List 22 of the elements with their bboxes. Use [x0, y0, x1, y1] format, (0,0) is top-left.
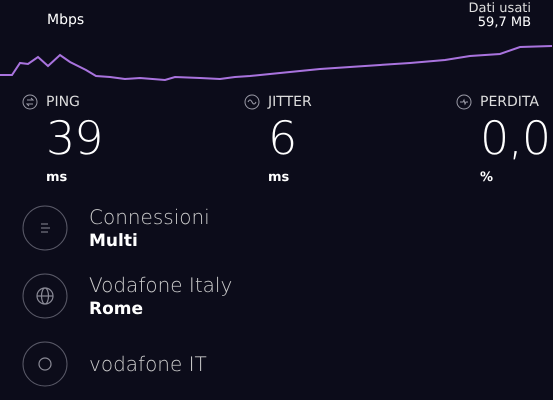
metric-label: PERDITA: [480, 94, 539, 110]
pulse-icon: [456, 94, 472, 110]
wave-icon: [244, 94, 260, 110]
metric-value: 39: [46, 110, 103, 166]
unit-label: Mbps: [47, 12, 84, 30]
metric-unit: %: [480, 170, 494, 185]
detail-value: Multi: [89, 231, 139, 251]
connections-icon: [22, 205, 68, 251]
metric-unit: ms: [268, 170, 290, 185]
detail-value: Rome: [89, 299, 144, 319]
detail-title: Connessioni: [89, 205, 210, 229]
ping-icon: [22, 94, 38, 110]
data-used-value: 59,7 MB: [478, 16, 531, 30]
metric-label: PING: [46, 94, 80, 110]
metric-value: 6: [268, 110, 296, 166]
metric-unit: ms: [46, 170, 68, 185]
globe-icon: [22, 273, 68, 319]
metric-value: 0,0: [480, 110, 550, 166]
metric-label: JITTER: [268, 94, 312, 110]
detail-title: Vodafone Italy: [89, 273, 232, 297]
data-used-label: Dati usati: [468, 2, 531, 16]
detail-title: vodafone IT: [89, 352, 207, 376]
